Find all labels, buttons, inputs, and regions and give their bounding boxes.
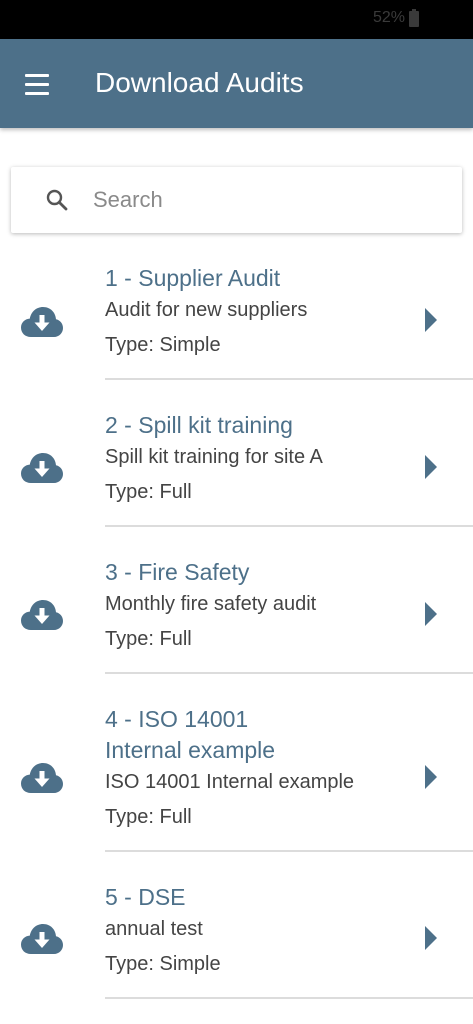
audit-type: Type: Simple: [105, 953, 221, 975]
audit-type: Type: Full: [105, 481, 192, 503]
audit-description: annual test: [105, 918, 203, 940]
audit-type: Type: Full: [105, 806, 192, 828]
battery-icon: [409, 9, 419, 27]
cloud-download-icon[interactable]: [21, 599, 63, 631]
audit-title: 3 - Fire Safety: [105, 559, 250, 585]
battery-percentage: 52%: [372, 9, 405, 26]
audit-type: Type: Full: [105, 628, 192, 650]
audit-list-item[interactable]: 3 - Fire Safety Monthly fire safety audi…: [0, 527, 473, 674]
audit-title: 1 - Supplier Audit: [105, 265, 281, 291]
hamburger-menu-icon: [25, 73, 49, 95]
chevron-right-icon[interactable]: [425, 455, 437, 479]
audit-list-item[interactable]: 4 - ISO 14001 Internal example ISO 14001…: [0, 674, 473, 852]
cloud-download-icon[interactable]: [21, 923, 63, 955]
audit-description: ISO 14001 Internal example: [105, 771, 355, 793]
status-battery: 52%: [373, 9, 419, 27]
audit-title: 2 - Spill kit training: [105, 412, 293, 438]
divider: [105, 997, 473, 999]
chevron-right-icon[interactable]: [425, 308, 437, 332]
menu-button[interactable]: [16, 63, 58, 105]
cloud-download-icon[interactable]: [21, 452, 63, 484]
audit-description: Monthly fire safety audit: [105, 593, 317, 615]
audit-description: Spill kit training for site A: [105, 446, 323, 468]
chevron-right-icon[interactable]: [425, 765, 437, 789]
audit-type: Type: Simple: [105, 334, 221, 356]
chevron-right-icon[interactable]: [425, 602, 437, 626]
search-icon: [46, 189, 68, 211]
audit-description: Audit for new suppliers: [105, 299, 308, 321]
chevron-right-icon[interactable]: [425, 926, 437, 950]
audit-title: 5 - DSE: [105, 884, 186, 910]
audit-list-item[interactable]: 5 - DSE annual test Type: Simple: [0, 852, 473, 999]
audit-list: 1 - Supplier Audit Audit for new supplie…: [0, 249, 473, 999]
cloud-download-icon[interactable]: [21, 762, 63, 794]
search-input[interactable]: [93, 179, 443, 221]
page-title: Download Audits: [95, 67, 304, 98]
app-bar: Download Audits: [0, 39, 473, 128]
audit-title: 4 - ISO 14001 Internal example: [105, 706, 276, 763]
status-bar: 52%: [0, 0, 473, 39]
audit-list-item[interactable]: 2 - Spill kit training Spill kit trainin…: [0, 380, 473, 527]
audit-list-item[interactable]: 1 - Supplier Audit Audit for new supplie…: [0, 249, 473, 380]
search-bar[interactable]: [11, 167, 462, 233]
cloud-download-icon[interactable]: [21, 306, 63, 338]
